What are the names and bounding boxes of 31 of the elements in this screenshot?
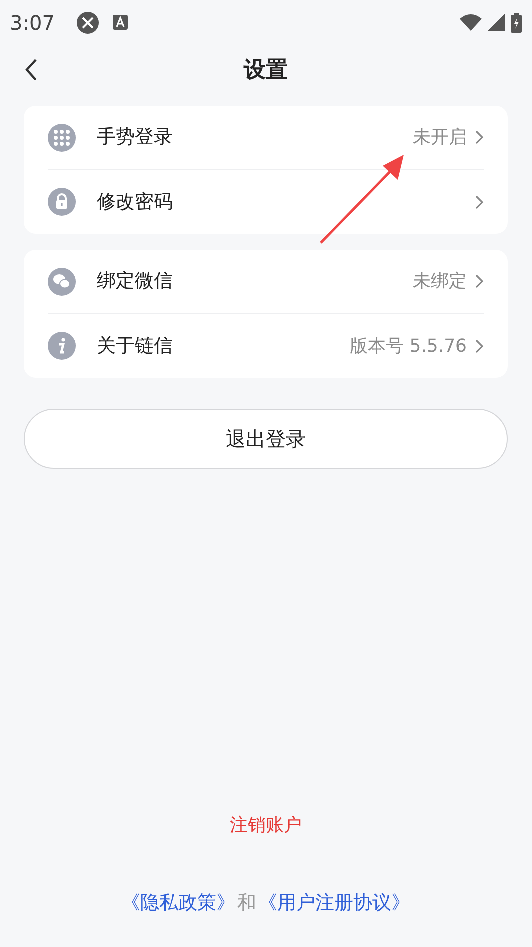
settings-row[interactable]: 绑定微信 未绑定 <box>48 250 484 314</box>
page-title: 设置 <box>244 56 288 84</box>
back-icon <box>24 58 38 82</box>
notification-icon <box>76 12 99 34</box>
delete-account-link[interactable]: 注销账户 <box>230 812 302 838</box>
info-icon <box>48 332 76 360</box>
app-notification-icon <box>112 15 128 30</box>
chevron-icon <box>475 338 484 354</box>
row-label: 修改密码 <box>97 190 173 215</box>
footer-text: 和 <box>238 890 256 916</box>
user-agreement-link[interactable]: 《用户注册协议》 <box>258 888 410 917</box>
keypad-icon <box>48 124 76 152</box>
privacy-policy-link[interactable]: 《隐私政策》 <box>122 888 236 917</box>
chevron-icon <box>475 274 484 289</box>
chevron-icon <box>475 130 484 145</box>
row-value: 未开启 <box>413 126 467 150</box>
settings-row[interactable]: 修改密码 <box>48 170 484 234</box>
chevron-icon <box>475 194 484 210</box>
logout-button[interactable]: 退出登录 <box>24 409 508 469</box>
battery-icon <box>511 12 522 32</box>
row-label: 手势登录 <box>97 125 173 150</box>
status-time: 3:07 <box>10 10 55 36</box>
lock-icon <box>48 188 76 216</box>
row-label: 绑定微信 <box>97 269 173 294</box>
row-value: 版本号 5.5.76 <box>350 334 467 358</box>
chat-bubbles-icon <box>48 268 76 296</box>
row-label: 关于链信 <box>97 334 173 359</box>
wifi-icon <box>460 14 482 31</box>
row-value: 未绑定 <box>413 270 467 294</box>
signal-icon <box>488 14 505 31</box>
settings-row[interactable]: 关于链信 版本号 5.5.76 <box>48 314 484 378</box>
